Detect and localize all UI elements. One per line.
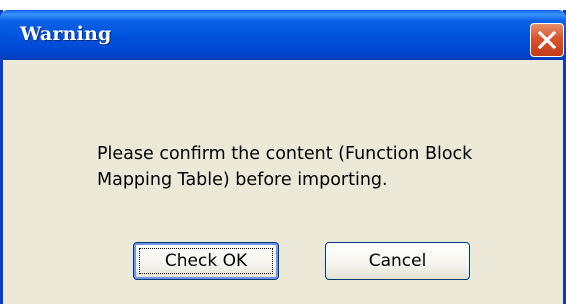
close-button[interactable] [530,23,564,57]
message-line: Mapping Table) before importing. [97,170,388,190]
check-ok-label: Check OK [164,251,248,271]
title-bar[interactable]: Warning [0,10,566,60]
check-ok-button[interactable]: Check OK [133,242,279,280]
warning-dialog: Warning Please confirm the content (Func… [0,10,566,304]
close-icon [537,30,557,50]
cancel-button[interactable]: Cancel [325,242,470,280]
dialog-message: Please confirm the content (Function Blo… [97,141,537,193]
message-line: Please confirm the content (Function Blo… [97,144,473,164]
dialog-title: Warning [20,23,112,45]
cancel-label: Cancel [368,251,427,271]
